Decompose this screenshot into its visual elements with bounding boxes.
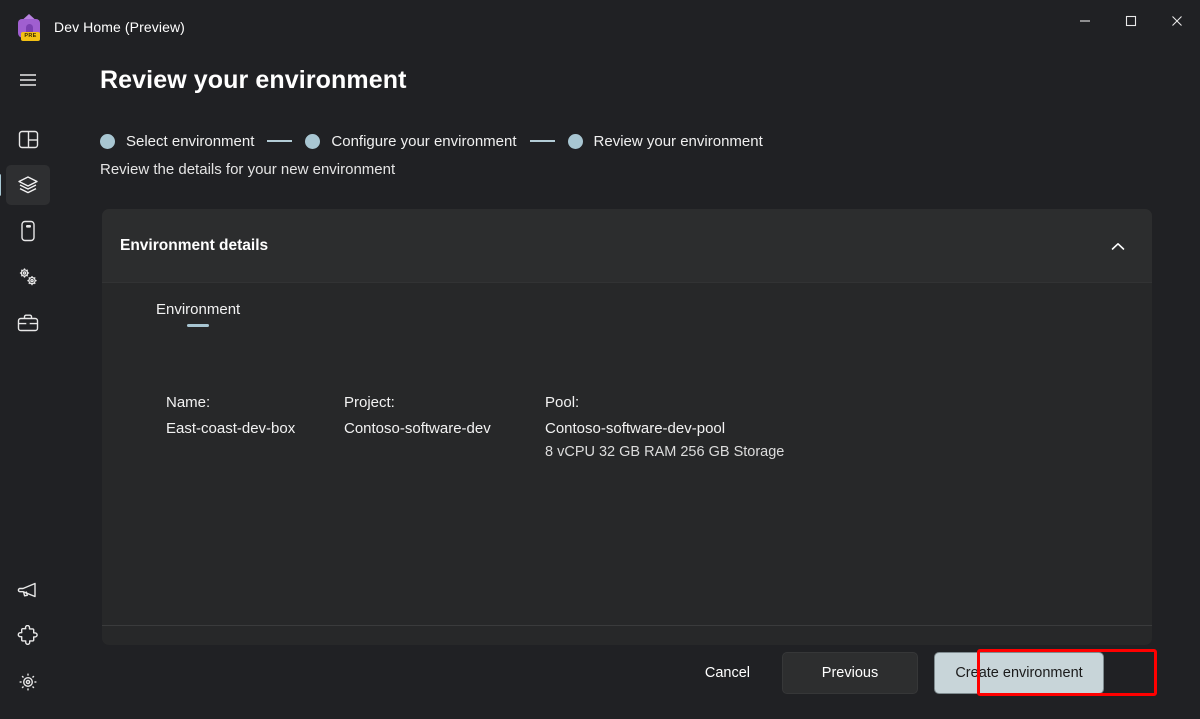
environment-details-card: Environment details Environment Name: Ea… xyxy=(102,209,1152,645)
step-dot-icon xyxy=(305,133,321,149)
field-value: Contoso-software-dev xyxy=(344,420,491,437)
window-title: Dev Home (Preview) xyxy=(54,19,185,35)
field-value: East-coast-dev-box xyxy=(166,420,296,437)
puzzle-piece-icon xyxy=(17,625,39,647)
sidebar-item-settings[interactable] xyxy=(6,662,50,702)
sidebar-top-items xyxy=(0,60,50,349)
tab-environment[interactable]: Environment xyxy=(152,297,244,330)
dev-home-icon: PRE xyxy=(16,14,42,41)
step-connector xyxy=(529,140,555,142)
step-label: Select environment xyxy=(126,132,255,150)
step-select-environment[interactable]: Select environment xyxy=(100,133,254,150)
step-label: Review your environment xyxy=(593,132,763,150)
sidebar-item-menu[interactable] xyxy=(6,60,50,100)
main-content: Review your environment Select environme… xyxy=(56,52,1200,719)
megaphone-icon xyxy=(17,580,39,600)
close-icon[interactable] xyxy=(1154,0,1200,42)
sidebar-item-feedback[interactable] xyxy=(6,570,50,610)
field-name: Name: East-coast-dev-box xyxy=(166,394,344,460)
cancel-button[interactable]: Cancel xyxy=(689,652,766,694)
footer-actions: Cancel Previous Create environment xyxy=(102,626,1152,719)
gears-icon xyxy=(17,266,40,288)
card-title: Environment details xyxy=(120,236,269,254)
field-label: Name: xyxy=(166,394,211,411)
card-body: Environment Name: East-coast-dev-box Pro… xyxy=(102,283,1152,644)
maximize-icon[interactable] xyxy=(1108,0,1154,42)
environment-fields: Name: East-coast-dev-box Project: Contos… xyxy=(166,394,875,460)
step-label: Configure your environment xyxy=(331,132,517,150)
card-tabs: Environment xyxy=(152,297,244,330)
machine-configuration-icon xyxy=(20,220,36,242)
step-dot-icon xyxy=(100,133,115,149)
dashboard-icon xyxy=(18,129,39,150)
title-bar-left: PRE Dev Home (Preview) xyxy=(0,6,185,48)
sidebar xyxy=(0,52,56,719)
app-window: PRE Dev Home (Preview) Review your envir… xyxy=(0,0,1200,719)
sidebar-item-dashboard[interactable] xyxy=(6,119,50,159)
briefcase-icon xyxy=(17,313,39,333)
sidebar-item-workspaces[interactable] xyxy=(6,303,50,343)
field-label: Project: xyxy=(344,394,395,411)
layers-icon xyxy=(17,175,39,195)
page-title: Review your environment xyxy=(100,66,407,94)
step-review-your-environment[interactable]: Review your environment xyxy=(567,132,763,150)
step-dot-icon xyxy=(567,133,583,149)
preview-badge: PRE xyxy=(21,32,40,41)
sidebar-item-environments[interactable] xyxy=(0,165,50,205)
step-configure-your-environment[interactable]: Configure your environment xyxy=(305,132,517,150)
tab-label: Environment xyxy=(156,301,241,318)
field-value: Contoso-software-dev-pool xyxy=(545,420,726,437)
sidebar-item-utilities[interactable] xyxy=(6,257,50,297)
sidebar-bottom-items xyxy=(6,570,50,707)
sidebar-item-extensions[interactable] xyxy=(6,616,50,656)
hamburger-menu-icon xyxy=(19,73,37,87)
field-pool: Pool: Contoso-software-dev-pool 8 vCPU 3… xyxy=(545,394,875,460)
stepper: Select environment Configure your enviro… xyxy=(100,131,763,151)
step-connector xyxy=(267,140,293,142)
sidebar-item-machine-configuration[interactable] xyxy=(6,211,50,251)
card-header[interactable]: Environment details xyxy=(102,209,1152,283)
title-bar: PRE Dev Home (Preview) xyxy=(0,0,1200,56)
chevron-up-icon[interactable] xyxy=(1102,209,1134,283)
previous-button[interactable]: Previous xyxy=(782,651,918,694)
create-environment-button[interactable]: Create environment xyxy=(934,651,1104,694)
field-specs: 8 vCPU 32 GB RAM 256 GB Storage xyxy=(545,444,785,460)
gear-icon xyxy=(17,671,39,693)
minimize-icon[interactable] xyxy=(1062,0,1108,42)
window-controls xyxy=(1062,0,1200,42)
page-subtitle: Review the details for your new environm… xyxy=(100,161,396,178)
field-project: Project: Contoso-software-dev xyxy=(344,394,545,460)
field-label: Pool: xyxy=(545,394,580,411)
